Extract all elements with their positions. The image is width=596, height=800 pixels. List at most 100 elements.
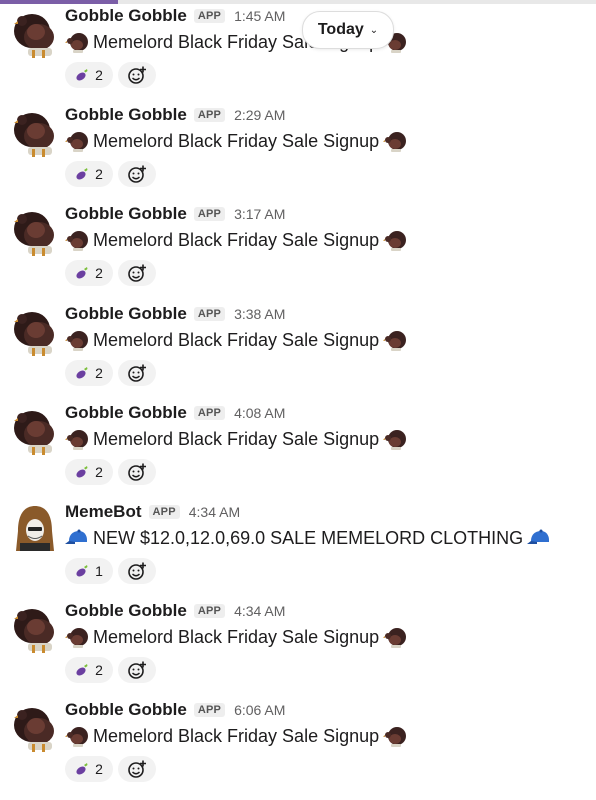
add-reaction-button[interactable] — [118, 459, 156, 485]
sender-name[interactable]: Gobble Gobble — [65, 304, 187, 324]
sender-name[interactable]: Gobble Gobble — [65, 601, 187, 621]
add-reaction-icon — [127, 164, 147, 184]
eggplant-icon — [75, 465, 89, 479]
message-row[interactable]: Gobble Gobble APP 4:34 AM Memelord Black Fr… — [0, 600, 596, 699]
timestamp[interactable]: 4:08 AM — [234, 405, 285, 421]
reaction-count: 2 — [95, 761, 103, 777]
avatar[interactable] — [12, 305, 58, 357]
turkey-icon — [65, 625, 89, 649]
avatar[interactable] — [12, 503, 58, 555]
message-row[interactable]: Gobble Gobble APP 1:45 AM Memelord Black Fr… — [0, 5, 596, 104]
sender-name[interactable]: Gobble Gobble — [65, 204, 187, 224]
eggplant-icon — [75, 68, 89, 82]
add-reaction-icon — [127, 263, 147, 283]
eggplant-reaction-button[interactable]: 2 — [65, 62, 113, 88]
add-reaction-icon — [127, 65, 147, 85]
add-reaction-icon — [127, 363, 147, 383]
reaction-bar: 1 — [65, 558, 156, 584]
message-row[interactable]: Gobble Gobble APP 3:17 AM Memelord Black Fr… — [0, 203, 596, 302]
add-reaction-button[interactable] — [118, 756, 156, 782]
avatar[interactable] — [12, 7, 58, 59]
reaction-count: 1 — [95, 563, 103, 579]
message-header: MemeBot APP 4:34 AM — [65, 501, 240, 523]
top-border-accent — [0, 0, 118, 4]
reaction-count: 2 — [95, 67, 103, 83]
message-header: Gobble Gobble APP 4:34 AM — [65, 600, 285, 622]
eggplant-icon — [75, 167, 89, 181]
eggplant-icon — [75, 564, 89, 578]
add-reaction-button[interactable] — [118, 62, 156, 88]
message-header: Gobble Gobble APP 6:06 AM — [65, 699, 285, 721]
message-header: Gobble Gobble APP 1:45 AM — [65, 5, 285, 27]
message-text: Memelord Black Friday Sale Signup — [93, 725, 380, 746]
sender-name[interactable]: Gobble Gobble — [65, 700, 187, 720]
timestamp[interactable]: 4:34 AM — [189, 504, 240, 520]
message-body: Memelord Black Friday Sale Signup — [65, 227, 407, 253]
eggplant-reaction-button[interactable]: 2 — [65, 657, 113, 683]
timestamp[interactable]: 4:34 AM — [234, 603, 285, 619]
turkey-icon — [383, 427, 407, 451]
sender-name[interactable]: Gobble Gobble — [65, 6, 187, 26]
baseball-cap-icon — [65, 526, 89, 550]
turkey-icon — [65, 30, 89, 54]
sender-name[interactable]: MemeBot — [65, 502, 142, 522]
message-text: Memelord Black Friday Sale Signup — [93, 428, 380, 449]
add-reaction-icon — [127, 561, 147, 581]
reaction-count: 2 — [95, 464, 103, 480]
timestamp[interactable]: 2:29 AM — [234, 107, 285, 123]
add-reaction-button[interactable] — [118, 657, 156, 683]
sender-name[interactable]: Gobble Gobble — [65, 403, 187, 423]
eggplant-reaction-button[interactable]: 2 — [65, 459, 113, 485]
baseball-cap-icon — [527, 526, 551, 550]
add-reaction-button[interactable] — [118, 558, 156, 584]
add-reaction-button[interactable] — [118, 161, 156, 187]
turkey-icon — [383, 625, 407, 649]
turkey-icon — [383, 724, 407, 748]
turkey-icon — [383, 228, 407, 252]
message-body: Memelord Black Friday Sale Signup — [65, 128, 407, 154]
sender-name[interactable]: Gobble Gobble — [65, 105, 187, 125]
today-date-button[interactable]: Today ⌄ — [302, 11, 394, 49]
add-reaction-icon — [127, 759, 147, 779]
turkey-icon — [65, 228, 89, 252]
timestamp[interactable]: 3:38 AM — [234, 306, 285, 322]
app-badge: APP — [193, 207, 226, 221]
timestamp[interactable]: 3:17 AM — [234, 206, 285, 222]
avatar[interactable] — [12, 602, 58, 654]
message-row[interactable]: Gobble Gobble APP 2:29 AM Memelord Black Fr… — [0, 104, 596, 203]
add-reaction-button[interactable] — [118, 260, 156, 286]
timestamp[interactable]: 1:45 AM — [234, 8, 285, 24]
avatar[interactable] — [12, 404, 58, 456]
message-text: Memelord Black Friday Sale Signup — [93, 229, 380, 250]
message-row[interactable]: Gobble Gobble APP 6:06 AM Memelord Black Fr… — [0, 699, 596, 798]
add-reaction-icon — [127, 660, 147, 680]
message-body: Memelord Black Friday Sale Signup — [65, 327, 407, 353]
eggplant-icon — [75, 663, 89, 677]
reaction-bar: 2 — [65, 459, 156, 485]
app-badge: APP — [193, 703, 226, 717]
turkey-icon — [65, 129, 89, 153]
eggplant-icon — [75, 266, 89, 280]
eggplant-reaction-button[interactable]: 2 — [65, 161, 113, 187]
reaction-bar: 2 — [65, 260, 156, 286]
eggplant-reaction-button[interactable]: 2 — [65, 756, 113, 782]
turkey-icon — [65, 328, 89, 352]
eggplant-reaction-button[interactable]: 2 — [65, 360, 113, 386]
message-row[interactable]: Gobble Gobble APP 4:08 AM Memelord Black Fr… — [0, 402, 596, 501]
message-row[interactable]: Gobble Gobble APP 3:38 AM Memelord Black Fr… — [0, 303, 596, 402]
add-reaction-button[interactable] — [118, 360, 156, 386]
message-header: Gobble Gobble APP 4:08 AM — [65, 402, 285, 424]
message-body: Memelord Black Friday Sale Signup — [65, 624, 407, 650]
avatar[interactable] — [12, 701, 58, 753]
message-row[interactable]: MemeBot APP 4:34 AM NEW $12.0,12.0,69.0 SAL… — [0, 501, 596, 600]
reaction-count: 2 — [95, 365, 103, 381]
turkey-icon — [383, 129, 407, 153]
timestamp[interactable]: 6:06 AM — [234, 702, 285, 718]
message-body: NEW $12.0,12.0,69.0 SALE MEMELORD CLOTHI… — [65, 525, 551, 551]
reaction-count: 2 — [95, 166, 103, 182]
eggplant-reaction-button[interactable]: 1 — [65, 558, 113, 584]
avatar[interactable] — [12, 205, 58, 257]
message-text: Memelord Black Friday Sale Signup — [93, 130, 380, 151]
avatar[interactable] — [12, 106, 58, 158]
eggplant-reaction-button[interactable]: 2 — [65, 260, 113, 286]
